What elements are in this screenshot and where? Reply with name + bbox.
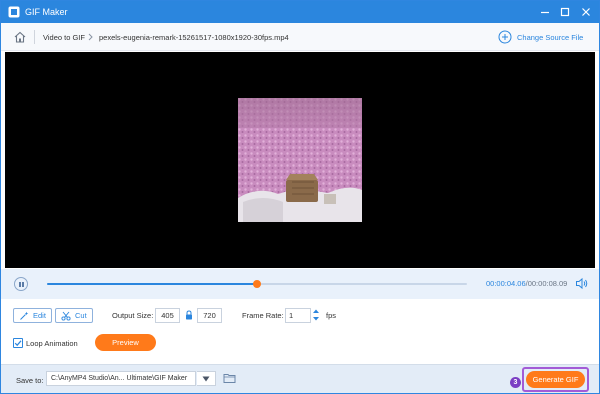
save-path-field[interactable]: C:\AnyMP4 Studio\An... Ultimate\GIF Make… bbox=[46, 371, 196, 386]
timeline-progress bbox=[47, 283, 257, 285]
frame-rate-input[interactable]: 1 bbox=[285, 308, 311, 323]
generate-gif-button[interactable]: Generate GIF bbox=[526, 371, 585, 388]
maximize-button[interactable] bbox=[557, 4, 573, 20]
output-size-label: Output Size: bbox=[112, 311, 154, 320]
output-height-input[interactable]: 720 bbox=[197, 308, 222, 323]
cut-button[interactable]: Cut bbox=[55, 308, 93, 323]
magic-wand-icon bbox=[20, 311, 29, 320]
lock-icon[interactable] bbox=[185, 310, 193, 320]
frame-rate-stepper[interactable] bbox=[312, 307, 320, 323]
save-path-dropdown[interactable] bbox=[197, 371, 216, 386]
pause-button[interactable] bbox=[14, 277, 28, 291]
timeline-handle[interactable] bbox=[253, 280, 261, 288]
window-title: GIF Maker bbox=[25, 7, 68, 17]
minimize-button[interactable] bbox=[537, 4, 553, 20]
output-width-input[interactable]: 405 bbox=[155, 308, 180, 323]
change-source-file-button[interactable]: Change Source File bbox=[498, 29, 583, 45]
app-logo-icon bbox=[8, 6, 20, 18]
volume-icon[interactable] bbox=[575, 277, 588, 290]
home-icon[interactable] bbox=[13, 30, 27, 44]
video-frame-image bbox=[238, 98, 362, 222]
gif-maker-window: GIF Maker Video to GIF pexels-eugenia-re… bbox=[0, 0, 600, 394]
step-number-badge: 3 bbox=[510, 377, 521, 388]
edit-label: Edit bbox=[33, 311, 46, 320]
close-button[interactable] bbox=[578, 4, 594, 20]
chevron-right-icon bbox=[88, 33, 93, 41]
video-preview bbox=[5, 52, 595, 268]
pause-icon bbox=[19, 282, 21, 287]
plus-circle-icon bbox=[498, 30, 512, 44]
folder-icon[interactable] bbox=[223, 372, 236, 384]
breadcrumb-video-to-gif[interactable]: Video to GIF bbox=[43, 33, 85, 42]
save-to-label: Save to: bbox=[16, 376, 44, 385]
checkmark-icon bbox=[14, 340, 22, 347]
title-bar: GIF Maker bbox=[1, 1, 599, 23]
breadcrumb-file-name: pexels-eugenia-remark-15261517-1080x1920… bbox=[99, 33, 289, 42]
cut-label: Cut bbox=[75, 311, 87, 320]
edit-button[interactable]: Edit bbox=[13, 308, 52, 323]
scissors-icon bbox=[61, 311, 71, 321]
loop-animation-label: Loop Animation bbox=[26, 339, 78, 348]
playback-bar: 00:00:04.06/00:00:08.09 bbox=[1, 269, 599, 299]
change-source-file-label: Change Source File bbox=[517, 32, 584, 42]
chevron-down-icon bbox=[202, 376, 210, 382]
timeline-slider[interactable] bbox=[47, 280, 467, 288]
total-time: 00:00:08.09 bbox=[527, 279, 568, 288]
gif-settings-panel: Edit Cut Output Size: 405 720 Frame Rate… bbox=[1, 299, 599, 364]
breadcrumb: Video to GIF pexels-eugenia-remark-15261… bbox=[1, 23, 599, 51]
current-time: 00:00:04.06 bbox=[486, 279, 526, 288]
preview-button[interactable]: Preview bbox=[95, 334, 156, 351]
loop-animation-checkbox[interactable] bbox=[13, 338, 23, 348]
footer-bar: Save to: C:\AnyMP4 Studio\An... Ultimate… bbox=[1, 364, 599, 393]
frame-rate-label: Frame Rate: bbox=[242, 311, 284, 320]
fps-unit: fps bbox=[326, 311, 337, 320]
breadcrumb-divider bbox=[34, 30, 35, 44]
time-display: 00:00:04.06/00:00:08.09 bbox=[486, 279, 567, 288]
